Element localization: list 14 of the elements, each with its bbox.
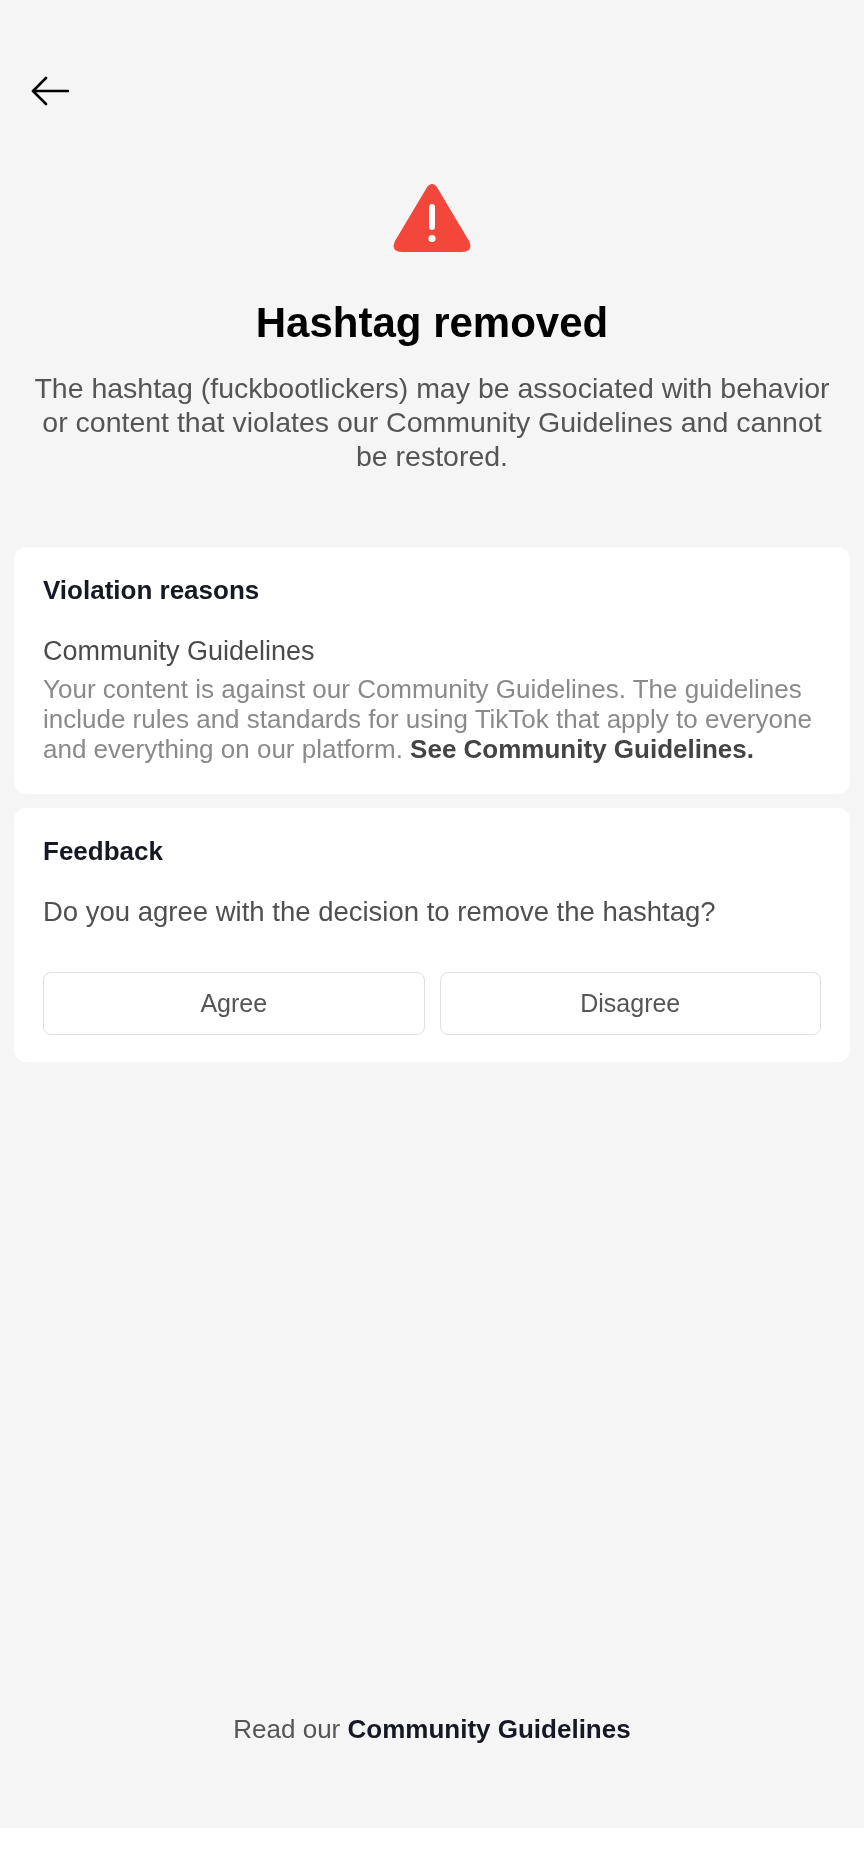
reason-title: Community Guidelines — [43, 635, 316, 667]
guidelines-link[interactable]: Community Guidelines — [347, 1714, 631, 1744]
feedback-question: Do you agree with the decision to remove the hashtag? — [43, 896, 717, 928]
page-title: Hashtag removed — [255, 299, 609, 347]
section-heading: Feedback — [43, 835, 164, 867]
guidelines-link[interactable]: See Community Guidelines. — [410, 734, 754, 764]
footer-text: Read our Community Guidelines — [232, 1713, 632, 1746]
reason-description: Your content is against our Community Guidelines. The guidelines include rules and standards for using TikTok that apply to everyone and everything on our platform. See Community Guidelines. — [43, 674, 813, 764]
back-arrow-icon[interactable] — [31, 76, 69, 106]
feedback-button[interactable]: Disagree — [439, 972, 821, 1035]
feedback-button[interactable]: Agree — [43, 972, 425, 1035]
warning-icon — [393, 184, 471, 253]
section-heading: Violation reasons — [43, 574, 261, 606]
removal-description: The hashtag (fuckbootlickers) may be associated with behavior or content that violates our Community Guidelines and cannot be restored. — [33, 371, 831, 473]
